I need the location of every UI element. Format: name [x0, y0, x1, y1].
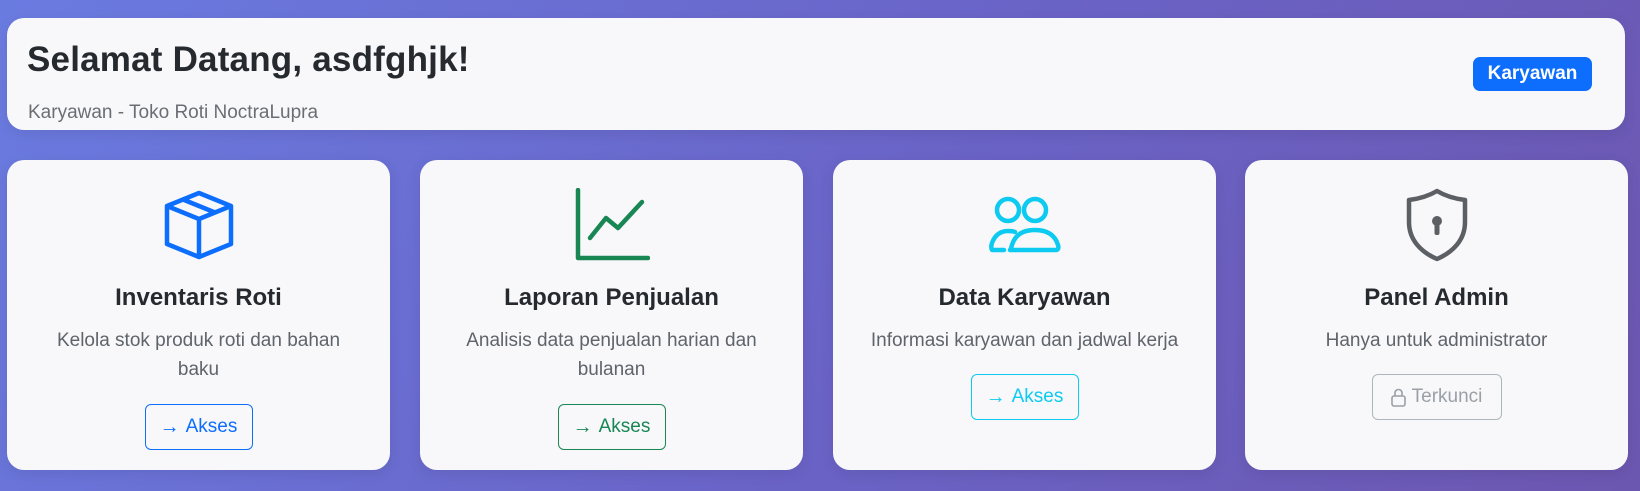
button-label: Terkunci [1411, 386, 1483, 407]
arrow-right-icon: → [159, 415, 180, 438]
lock-icon [1390, 388, 1406, 407]
card-description: Kelola stok produk roti dan bahan baku [56, 330, 341, 380]
box-icon [164, 190, 233, 260]
line-chart-icon [575, 188, 650, 261]
card-panel-admin: Panel Admin Hanya untuk administrator Te… [1245, 160, 1628, 470]
shield-lock-icon [1406, 188, 1467, 262]
card-title: Data Karyawan [938, 284, 1111, 311]
button-label: Akses [185, 416, 238, 437]
role-badge: Karyawan [1473, 57, 1592, 91]
page-subtitle: Karyawan - Toko Roti NoctraLupra [28, 102, 319, 123]
akses-inventaris-button[interactable]: → Akses [144, 404, 253, 450]
card-laporan-penjualan: Laporan Penjualan Analisis data penjuala… [420, 160, 803, 470]
people-icon [988, 196, 1061, 253]
card-title: Panel Admin [1364, 284, 1509, 311]
terkunci-button: Terkunci [1371, 374, 1502, 420]
card-title: Inventaris Roti [115, 284, 282, 311]
card-description: Hanya untuk administrator [1325, 330, 1548, 351]
page-title: Selamat Datang, asdfghjk! [27, 40, 470, 79]
arrow-right-icon: → [572, 415, 593, 438]
card-title: Laporan Penjualan [504, 284, 719, 311]
button-label: Akses [1011, 386, 1064, 407]
card-data-karyawan: Data Karyawan Informasi karyawan dan jad… [833, 160, 1216, 470]
card-description: Analisis data penjualan harian dan bulan… [466, 330, 757, 380]
welcome-header: Selamat Datang, asdfghjk! Karyawan - Tok… [7, 18, 1625, 130]
card-inventaris-roti: Inventaris Roti Kelola stok produk roti … [7, 160, 390, 470]
arrow-right-icon: → [985, 385, 1006, 408]
card-description: Informasi karyawan dan jadwal kerja [870, 330, 1179, 351]
button-label: Akses [598, 416, 651, 437]
akses-karyawan-button[interactable]: → Akses [970, 374, 1079, 420]
akses-laporan-button[interactable]: → Akses [557, 404, 666, 450]
